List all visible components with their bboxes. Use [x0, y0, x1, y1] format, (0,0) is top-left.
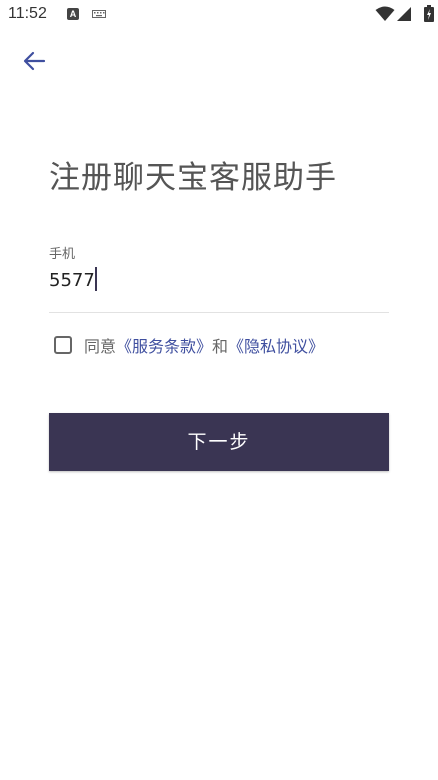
phone-input-value: 5577 [49, 270, 95, 291]
battery-icon [424, 5, 434, 22]
agreement-conjunction: 和 [212, 337, 229, 356]
wifi-icon [375, 6, 395, 21]
phone-input[interactable]: 5577 [49, 267, 389, 297]
a-icon: A [67, 8, 79, 20]
terms-of-service-link[interactable]: 《服务条款》 [116, 333, 212, 357]
page-title: 注册聊天宝客服助手 [49, 160, 337, 196]
text-cursor [94, 267, 97, 291]
agreement-row: 同意 《服务条款》 和 《隐私协议》 [54, 333, 324, 357]
agreement-prefix: 同意 [84, 337, 117, 356]
back-button[interactable] [18, 45, 50, 77]
status-time: 11:52 [8, 5, 47, 22]
keyboard-icon [92, 10, 106, 18]
agreement-checkbox[interactable] [54, 336, 72, 354]
phone-label: 手机 [49, 247, 76, 262]
next-step-button[interactable]: 下一步 [49, 413, 389, 471]
phone-input-underline [49, 312, 389, 313]
signal-icon [397, 7, 411, 21]
status-bar: 11:52 A [0, 0, 438, 30]
arrow-left-icon [23, 51, 46, 71]
privacy-policy-link[interactable]: 《隐私协议》 [228, 333, 324, 357]
